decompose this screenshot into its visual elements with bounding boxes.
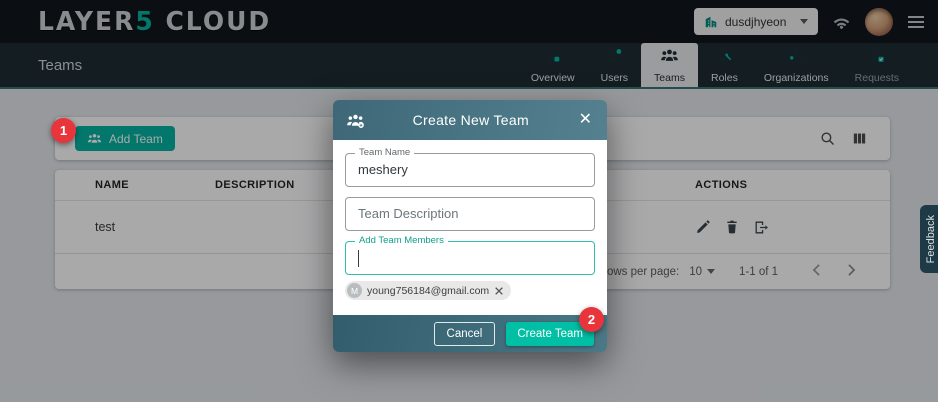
team-description-input[interactable]: Team Description [345, 197, 595, 231]
team-description-placeholder: Team Description [346, 198, 594, 230]
modal-footer: Cancel Create Team [333, 315, 607, 352]
annotation-step-2: 2 [579, 307, 604, 332]
feedback-label: Feedback [925, 215, 937, 263]
modal-header: Create New Team ✕ [333, 100, 607, 140]
modal-title: Create New Team [365, 112, 577, 128]
cancel-button[interactable]: Cancel [434, 322, 496, 346]
member-chip: M young756184@gmail.com [345, 281, 511, 300]
team-name-label: Team Name [355, 147, 414, 158]
group-add-icon [346, 111, 365, 130]
feedback-tab[interactable]: Feedback [920, 205, 938, 273]
close-icon[interactable]: ✕ [577, 110, 594, 130]
modal-body: Team Name meshery Team Description Add T… [333, 140, 607, 315]
chip-email: young756184@gmail.com [367, 285, 489, 297]
team-name-value: meshery [346, 154, 594, 186]
create-new-team-modal: Create New Team ✕ Team Name meshery Team… [333, 100, 607, 352]
team-name-input[interactable]: Team Name meshery [345, 153, 595, 187]
chip-remove-icon[interactable] [494, 286, 504, 296]
text-cursor [358, 250, 359, 267]
layer5-cloud-app: LAYER5 CLOUD dusdjhyeon Teams Overview [0, 0, 938, 402]
chip-avatar: M [347, 283, 362, 298]
add-team-members-label: Add Team Members [355, 235, 448, 246]
annotation-step-1: 1 [51, 118, 76, 143]
add-team-members-input[interactable]: Add Team Members [345, 241, 595, 275]
